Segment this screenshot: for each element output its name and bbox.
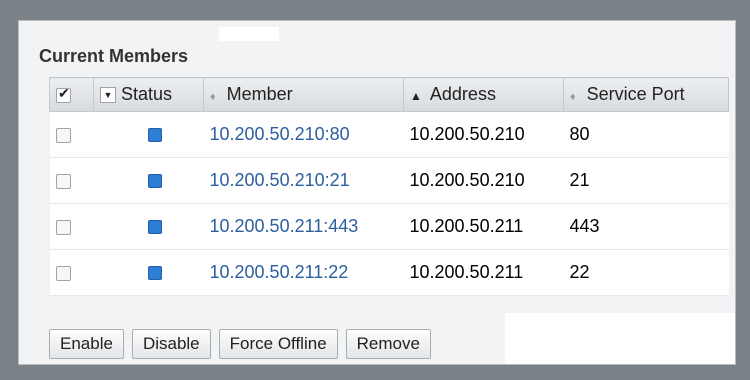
row-checkbox[interactable] [55, 173, 71, 189]
table-header-row: ▼ Status ♦ Member ▲ Address ♦ Service Po… [49, 77, 729, 112]
member-link[interactable]: 10.200.50.210:80 [203, 111, 404, 158]
status-cell [93, 157, 204, 204]
sort-icon: ♦ [570, 91, 576, 103]
member-link[interactable]: 10.200.50.211:443 [203, 203, 404, 250]
port-cell: 80 [563, 111, 729, 158]
status-available-icon [147, 128, 162, 143]
status-cell [93, 111, 204, 158]
select-all-header[interactable] [49, 77, 94, 112]
redaction-block [219, 27, 279, 41]
table-row[interactable]: 10.200.50.211:22 10.200.50.211 22 [49, 249, 729, 296]
sort-ascending-icon: ▲ [410, 89, 422, 103]
row-select-cell[interactable] [49, 157, 94, 204]
select-all-checkbox[interactable] [56, 85, 71, 103]
status-available-icon [147, 266, 162, 281]
member-column-header[interactable]: ♦ Member [203, 77, 404, 112]
member-link[interactable]: 10.200.50.210:21 [203, 157, 404, 204]
row-select-cell[interactable] [49, 111, 94, 158]
table-row[interactable]: 10.200.50.210:21 10.200.50.210 21 [49, 157, 729, 204]
status-column-header[interactable]: ▼ Status [93, 77, 204, 112]
row-checkbox[interactable] [55, 219, 71, 235]
status-available-icon [147, 220, 162, 235]
members-table: ▼ Status ♦ Member ▲ Address ♦ Service Po… [49, 77, 729, 296]
address-cell: 10.200.50.210 [403, 111, 564, 158]
member-link[interactable]: 10.200.50.211:22 [203, 249, 404, 296]
address-column-header[interactable]: ▲ Address [403, 77, 564, 112]
port-cell: 443 [563, 203, 729, 250]
action-bar: Enable Disable Force Offline Remove [49, 329, 431, 359]
service-port-header-label: Service Port [586, 84, 685, 104]
port-cell: 21 [563, 157, 729, 204]
members-panel: Current Members ▼ Status ♦ Member ▲ Addr… [18, 20, 736, 365]
enable-button[interactable]: Enable [49, 329, 124, 359]
address-cell: 10.200.50.210 [403, 157, 564, 204]
service-port-column-header[interactable]: ♦ Service Port [563, 77, 729, 112]
disable-button[interactable]: Disable [131, 329, 211, 359]
panel-title: Current Members [39, 46, 189, 66]
table-row[interactable]: 10.200.50.211:443 10.200.50.211 443 [49, 203, 729, 250]
row-select-cell[interactable] [49, 203, 94, 250]
sort-icon: ♦ [210, 91, 216, 103]
row-select-cell[interactable] [49, 249, 94, 296]
redaction-block [505, 313, 735, 364]
status-header-label: Status [121, 84, 173, 104]
row-checkbox[interactable] [55, 127, 71, 143]
row-checkbox[interactable] [55, 265, 71, 281]
address-cell: 10.200.50.211 [403, 249, 564, 296]
chevron-down-icon[interactable]: ▼ [100, 87, 116, 104]
address-header-label: Address [429, 84, 496, 104]
status-cell [93, 203, 204, 250]
force-offline-button[interactable]: Force Offline [218, 329, 338, 359]
status-cell [93, 249, 204, 296]
member-header-label: Member [226, 84, 293, 104]
remove-button[interactable]: Remove [345, 329, 431, 359]
table-row[interactable]: 10.200.50.210:80 10.200.50.210 80 [49, 111, 729, 158]
address-cell: 10.200.50.211 [403, 203, 564, 250]
port-cell: 22 [563, 249, 729, 296]
status-available-icon [147, 174, 162, 189]
